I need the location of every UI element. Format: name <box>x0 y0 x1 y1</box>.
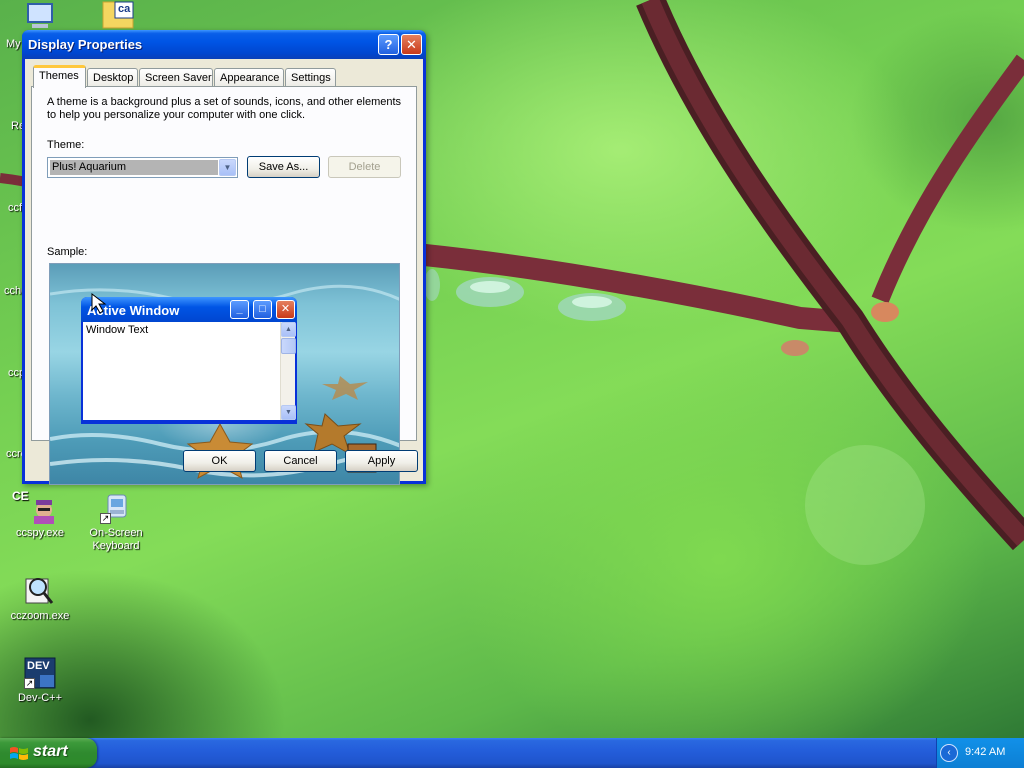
sample-label: Sample: <box>47 246 88 258</box>
sample-active-window: Active Window _ □ ✕ Window Text ▲ ▼ <box>81 297 297 424</box>
taskbar: start ‹ 9:42 AM <box>0 738 1024 768</box>
window-title: Display Properties <box>28 37 143 52</box>
desktop-icon-label: Dev-C++ <box>17 692 63 704</box>
ce-label: CE <box>12 489 29 503</box>
dev-cpp-icon: DEV ↗ <box>24 657 56 689</box>
spy-icon: CE <box>12 490 56 524</box>
sample-window-text: Window Text <box>86 324 149 336</box>
desktop-icon-dev-cpp[interactable]: DEV ↗ Dev-C++ <box>2 657 78 705</box>
shortcut-arrow-icon: ↗ <box>100 513 111 524</box>
start-button[interactable]: start <box>0 738 97 768</box>
minimize-icon: _ <box>230 300 249 319</box>
desktop-label-partial-my: My <box>6 38 21 50</box>
ca-shortcut-icon[interactable]: ca <box>80 0 156 32</box>
tab-appearance[interactable]: Appearance <box>214 68 284 87</box>
system-tray: ‹ 9:42 AM <box>936 738 1024 768</box>
ca-icon-label: ca <box>118 3 131 15</box>
shortcut-arrow-icon: ↗ <box>24 678 35 689</box>
scroll-thumb <box>281 338 296 354</box>
apply-button[interactable]: Apply <box>345 450 418 472</box>
themes-tab-panel: A theme is a background plus a set of so… <box>31 86 417 485</box>
window-titlebar[interactable]: Display Properties ? ✕ <box>22 30 426 59</box>
help-button[interactable]: ? <box>378 34 399 55</box>
desktop-icon-ccspy[interactable]: CE ccspy.exe <box>2 490 78 540</box>
sample-window-titlebar: Active Window _ □ ✕ <box>81 297 297 322</box>
save-as-button[interactable]: Save As... <box>247 156 320 178</box>
theme-dropdown[interactable]: Plus! Aquarium ▼ <box>47 157 238 178</box>
desktop-icon-on-screen-keyboard[interactable]: ↗ On-Screen Keyboard <box>78 492 154 553</box>
desktop-icon-label: ccspy.exe <box>15 527 65 539</box>
ok-button[interactable]: OK <box>183 450 256 472</box>
scroll-down-icon: ▼ <box>281 405 296 420</box>
start-label: start <box>33 743 68 760</box>
window-body: Themes Desktop Screen Saver Appearance S… <box>25 59 423 485</box>
sample-scrollbar: ▲ ▼ <box>280 322 296 420</box>
computer-icon <box>27 3 53 28</box>
scroll-up-icon: ▲ <box>281 322 296 337</box>
tab-settings[interactable]: Settings <box>285 68 336 87</box>
desktop-label-partial-ccf: ccf <box>8 202 23 214</box>
desktop-icon-label: On-Screen Keyboard <box>89 527 143 552</box>
themes-description: A theme is a background plus a set of so… <box>47 96 402 121</box>
sample-window-body: Window Text ▲ ▼ <box>83 322 296 420</box>
keyboard-icon: ↗ <box>100 492 132 524</box>
tab-screen-saver[interactable]: Screen Saver <box>139 68 213 87</box>
theme-dropdown-value: Plus! Aquarium <box>50 160 218 175</box>
magnifier-icon <box>24 575 56 607</box>
close-button[interactable]: ✕ <box>401 34 422 55</box>
dev-icon-text: DEV <box>27 660 50 672</box>
display-properties-window: Display Properties ? ✕ Themes Desktop Sc… <box>22 30 426 485</box>
delete-button[interactable]: Delete <box>328 156 401 178</box>
maximize-icon: □ <box>253 300 272 319</box>
theme-label: Theme: <box>47 139 85 151</box>
mouse-cursor-icon <box>91 292 107 314</box>
cancel-button[interactable]: Cancel <box>264 450 337 472</box>
chevron-down-icon[interactable]: ▼ <box>219 159 236 176</box>
my-computer-icon[interactable] <box>2 0 72 32</box>
tab-themes[interactable]: Themes <box>33 65 86 88</box>
close-icon: ✕ <box>276 300 295 319</box>
windows-logo-icon <box>10 747 28 760</box>
desktop-icon-cczoom[interactable]: cczoom.exe <box>2 575 78 623</box>
tab-desktop[interactable]: Desktop <box>87 68 138 87</box>
show-hidden-icons-button[interactable]: ‹ <box>940 744 958 762</box>
desktop-icon-label: cczoom.exe <box>10 610 70 622</box>
clock[interactable]: 9:42 AM <box>965 746 1005 758</box>
